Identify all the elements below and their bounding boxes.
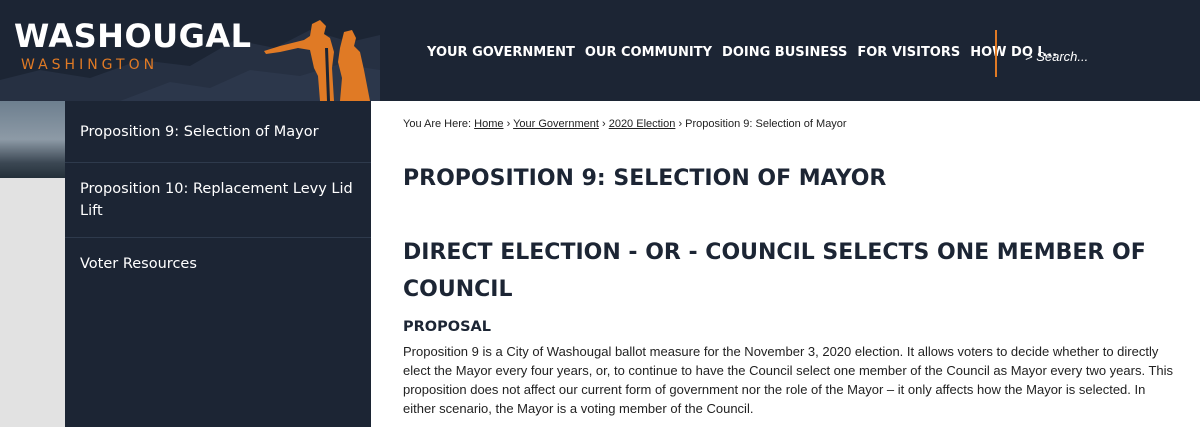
breadcrumb-your-government[interactable]: Your Government bbox=[513, 118, 599, 130]
pioneer-statue-icon bbox=[264, 20, 370, 101]
sidebar-item-voter-resources[interactable]: Voter Resources bbox=[65, 238, 371, 290]
breadcrumb-home[interactable]: Home bbox=[474, 118, 503, 130]
page-title: PROPOSITION 9: SELECTION OF MAYOR bbox=[403, 166, 887, 191]
proposal-paragraph: Proposition 9 is a City of Washougal bal… bbox=[403, 344, 1174, 416]
nav-divider bbox=[995, 30, 997, 77]
breadcrumb-prefix: You Are Here: bbox=[403, 118, 472, 130]
nav-doing-business[interactable]: DOING BUSINESS bbox=[722, 45, 847, 60]
sidebar-item-proposition-10[interactable]: Proposition 10: Replacement Levy Lid Lif… bbox=[65, 163, 371, 238]
main-nav: YOUR GOVERNMENT OUR COMMUNITY DOING BUSI… bbox=[427, 45, 1067, 60]
nav-our-community[interactable]: OUR COMMUNITY bbox=[585, 45, 712, 60]
sidebar: Proposition 9: Selection of Mayor Propos… bbox=[65, 101, 371, 427]
breadcrumb-current: Proposition 9: Selection of Mayor bbox=[685, 118, 847, 130]
nav-your-government[interactable]: YOUR GOVERNMENT bbox=[427, 45, 575, 60]
section-heading: PROPOSAL bbox=[403, 319, 491, 335]
site-header: WASHOUGAL WASHINGTON YOUR GOVERNMENT OUR… bbox=[0, 0, 1200, 101]
search-input[interactable]: > Search... bbox=[1025, 49, 1088, 64]
breadcrumb-separator: › bbox=[506, 118, 511, 130]
breadcrumb: You Are Here: Home › Your Government › 2… bbox=[403, 118, 847, 130]
sidebar-item-proposition-9[interactable]: Proposition 9: Selection of Mayor bbox=[65, 101, 371, 163]
breadcrumb-separator: › bbox=[678, 118, 683, 130]
breadcrumb-2020-election[interactable]: 2020 Election bbox=[609, 118, 676, 130]
logo-title[interactable]: WASHOUGAL bbox=[14, 17, 252, 55]
logo-subtitle: WASHINGTON bbox=[21, 57, 159, 73]
nav-for-visitors[interactable]: FOR VISITORS bbox=[857, 45, 960, 60]
page-subtitle: DIRECT ELECTION - OR - COUNCIL SELECTS O… bbox=[403, 240, 1146, 302]
banner-photo bbox=[0, 101, 65, 178]
breadcrumb-separator: › bbox=[601, 118, 606, 130]
